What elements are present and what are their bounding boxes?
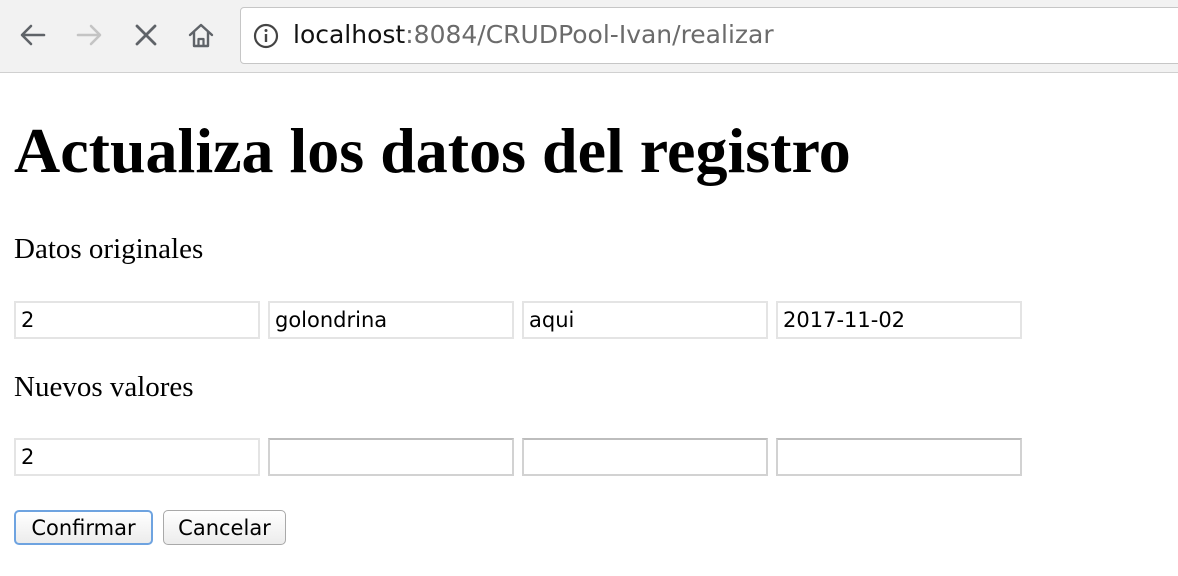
url-path: :8084/CRUDPool-Ivan/realizar bbox=[405, 20, 774, 49]
original-data-label: Datos originales bbox=[14, 233, 204, 265]
page-title: Actualiza los datos del registro bbox=[14, 115, 851, 186]
address-bar[interactable]: localhost:8084/CRUDPool-Ivan/realizar bbox=[240, 7, 1178, 64]
original-field-1[interactable] bbox=[14, 301, 260, 339]
home-icon[interactable] bbox=[182, 16, 220, 54]
confirm-button[interactable]: Confirmar bbox=[14, 510, 153, 545]
original-values-row bbox=[14, 301, 1024, 339]
new-values-label: Nuevos valores bbox=[14, 371, 194, 403]
info-icon[interactable] bbox=[253, 23, 279, 49]
stop-icon[interactable] bbox=[127, 16, 165, 54]
url-text[interactable]: localhost:8084/CRUDPool-Ivan/realizar bbox=[293, 19, 774, 51]
original-field-3[interactable] bbox=[522, 301, 768, 339]
original-field-4[interactable] bbox=[776, 301, 1022, 339]
cancel-button[interactable]: Cancelar bbox=[163, 510, 286, 545]
new-field-1[interactable] bbox=[14, 438, 260, 476]
new-field-4[interactable] bbox=[776, 438, 1022, 476]
url-host: localhost bbox=[293, 20, 406, 49]
back-arrow-icon[interactable] bbox=[14, 16, 52, 54]
browser-toolbar: localhost:8084/CRUDPool-Ivan/realizar bbox=[0, 0, 1178, 73]
original-field-2[interactable] bbox=[268, 301, 514, 339]
new-field-3[interactable] bbox=[522, 438, 768, 476]
new-field-2[interactable] bbox=[268, 438, 514, 476]
forward-arrow-icon[interactable] bbox=[70, 16, 108, 54]
new-values-row bbox=[14, 438, 1024, 476]
